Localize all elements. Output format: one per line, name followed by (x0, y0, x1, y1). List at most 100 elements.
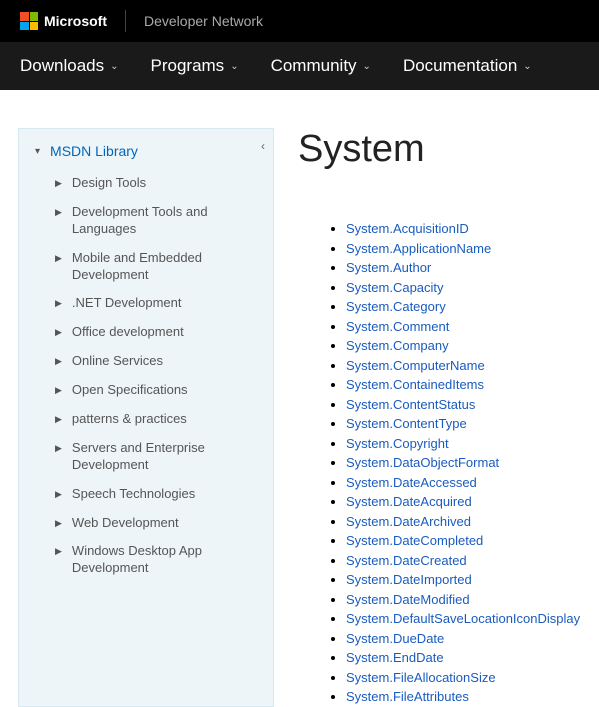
sidebar-item-label: Office development (72, 324, 184, 341)
sidebar-item-label: Web Development (72, 515, 179, 532)
property-link[interactable]: System.ContentStatus (346, 397, 475, 412)
sidebar-item-label: Mobile and Embedded Development (72, 250, 269, 284)
property-link[interactable]: System.DueDate (346, 631, 444, 646)
property-item: System.Company (346, 336, 589, 356)
sidebar-item[interactable]: ▶Open Specifications (55, 376, 269, 405)
sidebar-item[interactable]: ▶ Development Tools and Languages (55, 198, 269, 244)
sidebar-tree: ▶ Design Tools ▶ Development Tools and Lang… (23, 169, 269, 583)
chevron-right-icon: ▶ (55, 414, 62, 426)
nav-item[interactable]: Downloads ⌄ (20, 56, 119, 76)
nav-item[interactable]: Community ⌄ (271, 56, 371, 76)
sidebar-item[interactable]: ▶ Online Services (55, 347, 269, 376)
property-link[interactable]: System.DateAccessed (346, 475, 477, 490)
property-list: System.AcquisitionID System.ApplicationNa… (298, 219, 589, 707)
property-item: System.DateArchived (346, 512, 589, 532)
chevron-right-icon: ▶ (55, 207, 62, 219)
property-link[interactable]: System.DataObjectFormat (346, 455, 499, 470)
property-item: System.DueDate (346, 629, 589, 649)
content-area: ‹ ▾ MSDN Library ▶ Design Tools ▶ Developme… (0, 90, 599, 707)
property-item: System.DateCreated (346, 551, 589, 571)
property-item: System.ContentType (346, 414, 589, 434)
property-link[interactable]: System.Author (346, 260, 431, 275)
microsoft-logo[interactable]: Microsoft (20, 12, 107, 30)
property-link[interactable]: System.ContentType (346, 416, 467, 431)
nav-item[interactable]: Programs⌄ (151, 56, 239, 76)
property-link[interactable]: System.ApplicationName (346, 241, 491, 256)
chevron-right-icon: ▶ (55, 489, 62, 501)
property-item: System.AcquisitionID (346, 219, 589, 239)
property-item: System.Author (346, 258, 589, 278)
sidebar-item[interactable]: ▶Speech Technologies (55, 480, 269, 509)
network-title[interactable]: Developer Network (144, 13, 263, 29)
property-link[interactable]: System.FileAttributes (346, 689, 469, 704)
property-item: System.FileAllocationSize (346, 668, 589, 688)
property-item: System.Copyright (346, 434, 589, 454)
property-item: System.ApplicationName (346, 239, 589, 259)
chevron-down-icon: ⌄ (110, 61, 118, 72)
property-link[interactable]: System.DateArchived (346, 514, 471, 529)
property-link[interactable]: System.DefaultSaveLocationIconDisplay (346, 611, 580, 626)
property-item: System.FileAttributes (346, 687, 589, 707)
nav-label: Downloads (20, 56, 104, 76)
sidebar-root-item[interactable]: ▾ MSDN Library (23, 137, 269, 169)
property-link[interactable]: System.ComputerName (346, 358, 485, 373)
sidebar-item-label: Development Tools and Languages (72, 204, 269, 238)
property-link[interactable]: System.ContainedItems (346, 377, 484, 392)
property-link[interactable]: System.AcquisitionID (346, 221, 469, 236)
sidebar-item-label: Design Tools (72, 175, 146, 192)
property-link[interactable]: System.DateAcquired (346, 494, 472, 509)
property-item: System.DateImported (346, 570, 589, 590)
sidebar-item-label: Open Specifications (72, 382, 188, 399)
top-bar: Microsoft Developer Network (0, 0, 599, 42)
nav-item[interactable]: Documentation ⌄ (403, 56, 532, 76)
property-link[interactable]: System.Copyright (346, 436, 449, 451)
sidebar-item[interactable]: ▶ Web Development (55, 509, 269, 538)
chevron-right-icon: ▶ (55, 356, 62, 368)
property-link[interactable]: System.Company (346, 338, 449, 353)
sidebar-nav: ‹ ▾ MSDN Library ▶ Design Tools ▶ Developme… (18, 128, 274, 707)
property-link[interactable]: System.DateImported (346, 572, 472, 587)
sidebar-item-label: Servers and Enterprise Development (72, 440, 269, 474)
sidebar-item[interactable]: ▶Servers and Enterprise Development (55, 434, 269, 480)
property-link[interactable]: System.Capacity (346, 280, 444, 295)
property-item: System.DefaultSaveLocationIconDisplay (346, 609, 589, 629)
sidebar-item-label: Online Services (72, 353, 163, 370)
header-divider (125, 10, 126, 32)
brand-text: Microsoft (44, 13, 107, 29)
chevron-down-icon: ⌄ (523, 61, 531, 72)
property-link[interactable]: System.Category (346, 299, 446, 314)
sidebar-item[interactable]: ▶Windows Desktop App Development (55, 537, 269, 583)
main-panel: System System.AcquisitionID System.Applic… (298, 128, 599, 707)
chevron-down-icon: ⌄ (363, 61, 371, 72)
chevron-right-icon: ▶ (55, 518, 62, 530)
property-item: System.DateCompleted (346, 531, 589, 551)
property-link[interactable]: System.EndDate (346, 650, 444, 665)
sidebar-item[interactable]: ▶Mobile and Embedded Development (55, 244, 269, 290)
property-link[interactable]: System.DateCreated (346, 553, 467, 568)
main-nav: Downloads⌄Programs⌄Community⌄Documentati… (0, 42, 599, 90)
chevron-right-icon: ▶ (55, 298, 62, 310)
property-item: System.ContainedItems (346, 375, 589, 395)
sidebar-item[interactable]: ▶ Design Tools (55, 169, 269, 198)
sidebar-item[interactable]: ▶Office development (55, 318, 269, 347)
property-item: System.ContentStatus (346, 395, 589, 415)
chevron-down-icon: ⌄ (230, 61, 238, 72)
property-link[interactable]: System.DateCompleted (346, 533, 483, 548)
property-item: System.DataObjectFormat (346, 453, 589, 473)
sidebar-item[interactable]: ▶ .NET Development (55, 289, 269, 318)
property-link[interactable]: System.DateModified (346, 592, 470, 607)
sidebar-item-label: patterns & practices (72, 411, 187, 428)
property-item: System.Capacity (346, 278, 589, 298)
chevron-down-icon: ▾ (35, 146, 40, 157)
property-item: System.DateAcquired (346, 492, 589, 512)
property-item: System.DateModified (346, 590, 589, 610)
nav-label: Documentation (403, 56, 517, 76)
collapse-sidebar-icon[interactable]: ‹ (261, 139, 265, 153)
page-title: System (298, 128, 589, 171)
property-link[interactable]: System.Comment (346, 319, 449, 334)
sidebar-item[interactable]: ▶ patterns & practices (55, 405, 269, 434)
sidebar-item-label: .NET Development (72, 295, 182, 312)
microsoft-logo-icon (20, 12, 38, 30)
chevron-right-icon: ▶ (55, 178, 62, 190)
nav-label: Community (271, 56, 357, 76)
